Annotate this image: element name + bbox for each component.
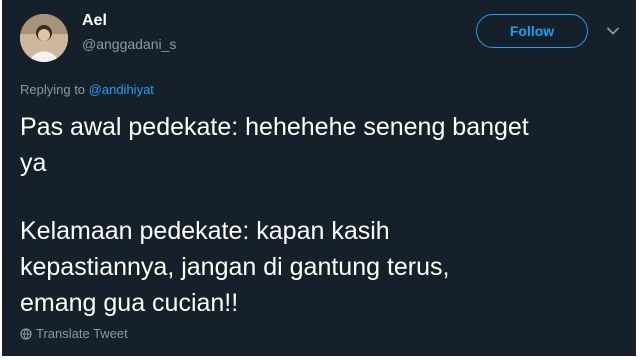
tweet-text-line: kepastiannya, jangan di gantung terus, (20, 253, 450, 281)
user-name[interactable]: Ael (82, 12, 107, 30)
tweet-text-line: Pas awal pedekate: hehehehe seneng bange… (20, 113, 529, 141)
avatar[interactable] (20, 14, 68, 62)
globe-icon (20, 328, 32, 340)
translate-tweet-label: Translate Tweet (36, 326, 128, 341)
tweet-card: Ael @anggadani_s Follow Replying to @and… (2, 0, 636, 356)
replying-to: Replying to @andihiyat (20, 82, 154, 97)
user-handle[interactable]: @anggadani_s (82, 36, 176, 52)
follow-button[interactable]: Follow (476, 14, 588, 48)
avatar-image (20, 14, 68, 62)
reply-mention-link[interactable]: @andihiyat (89, 82, 154, 97)
translate-tweet-link[interactable]: Translate Tweet (20, 326, 128, 341)
chevron-down-icon[interactable] (606, 24, 620, 38)
tweet-text-line: ya (20, 149, 47, 177)
tweet-text-line: emang gua cucian!! (20, 289, 239, 317)
tweet-text-line: Kelamaan pedekate: kapan kasih (20, 217, 390, 245)
replying-to-label: Replying to (20, 82, 86, 97)
